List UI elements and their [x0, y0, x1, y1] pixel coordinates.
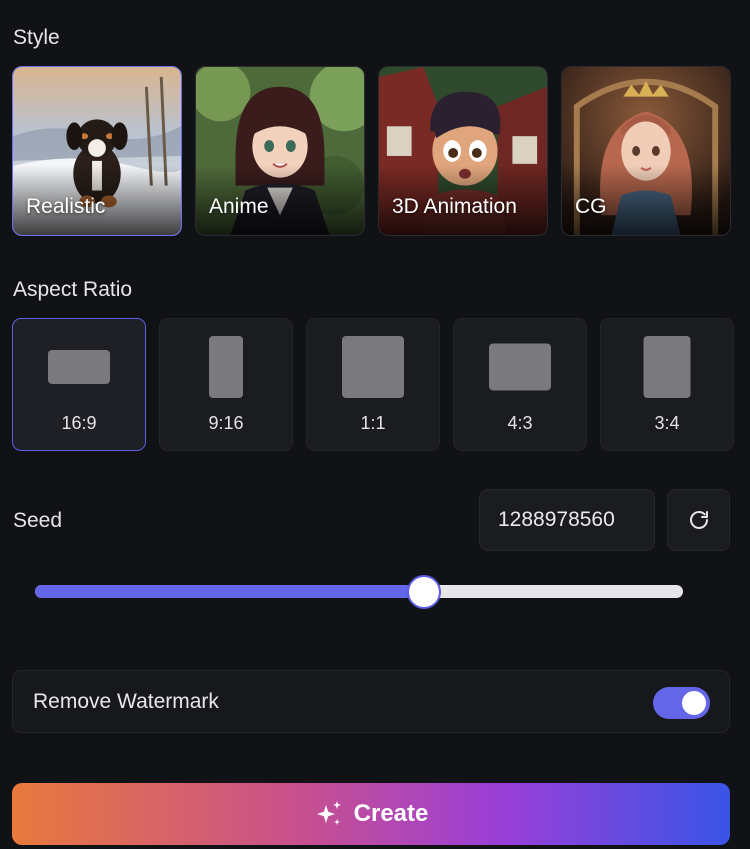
remove-watermark-toggle[interactable]: [653, 687, 710, 719]
aspect-ratio-options: 16:9 9:16 1:1 4:3 3:4: [12, 318, 734, 451]
aspect-ratio-label: 4:3: [507, 413, 533, 433]
seed-label: Seed: [13, 509, 63, 532]
style-option-realistic[interactable]: Realistic: [12, 66, 182, 236]
landscape-rect-icon: [48, 350, 110, 384]
aspect-ratio-label: 1:1: [360, 413, 386, 433]
refresh-icon: [689, 511, 708, 529]
landscape-rect-icon: [489, 343, 551, 391]
seed-slider[interactable]: [35, 574, 683, 609]
seed-input[interactable]: [479, 489, 655, 551]
seed-refresh-button[interactable]: [667, 489, 730, 551]
style-option-cg[interactable]: CG: [561, 66, 731, 236]
sparkle-icon: [316, 801, 341, 825]
aspect-ratio-label: 3:4: [654, 413, 680, 433]
toggle-knob: [682, 691, 706, 715]
aspect-ratio-16-9[interactable]: 16:9: [12, 318, 146, 451]
style-option-label: Realistic: [26, 195, 106, 218]
slider-fill: [35, 585, 424, 598]
aspect-ratio-1-1[interactable]: 1:1: [306, 318, 440, 451]
aspect-ratio-label: 16:9: [61, 413, 97, 433]
style-option-label: CG: [575, 195, 607, 218]
style-option-3d-animation[interactable]: 3D Animation: [378, 66, 548, 236]
aspect-ratio-section-label: Aspect Ratio: [13, 278, 133, 301]
portrait-rect-icon: [643, 336, 691, 398]
style-option-label: Anime: [209, 195, 269, 218]
aspect-ratio-9-16[interactable]: 9:16: [159, 318, 293, 451]
remove-watermark-label: Remove Watermark: [33, 690, 219, 713]
aspect-ratio-label: 9:16: [208, 413, 244, 433]
portrait-rect-icon: [209, 336, 243, 398]
style-options: Realistic Anime 3D Animation CG: [12, 66, 731, 236]
square-icon: [342, 336, 404, 398]
slider-thumb[interactable]: [406, 574, 441, 609]
style-section-label: Style: [13, 26, 60, 49]
aspect-ratio-4-3[interactable]: 4:3: [453, 318, 587, 451]
create-button-label: Create: [353, 800, 429, 827]
style-option-label: 3D Animation: [392, 195, 517, 218]
style-option-anime[interactable]: Anime: [195, 66, 365, 236]
remove-watermark-row: Remove Watermark: [12, 670, 730, 733]
create-button[interactable]: Create: [12, 783, 730, 845]
aspect-ratio-3-4[interactable]: 3:4: [600, 318, 734, 451]
